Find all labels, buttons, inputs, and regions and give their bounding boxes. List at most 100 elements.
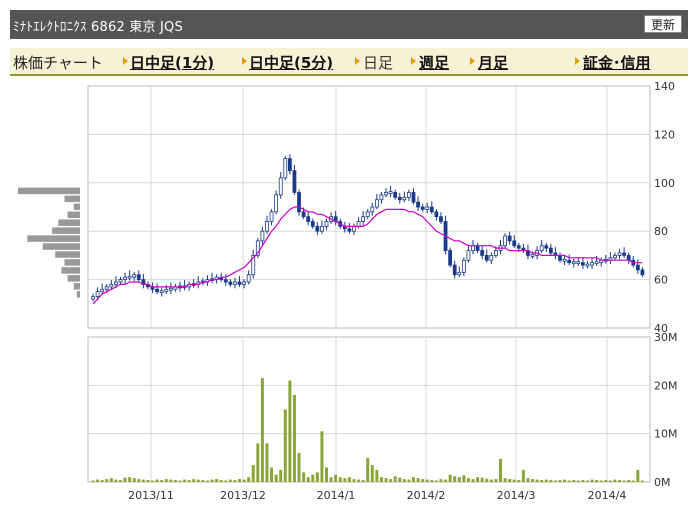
volume-bar (384, 478, 388, 482)
volume-bar (178, 480, 182, 482)
volume-profile-bar (58, 219, 80, 226)
volume-bar (109, 478, 113, 482)
candle-body (324, 221, 329, 227)
volume-bar (526, 478, 530, 482)
volume-bar (311, 474, 315, 482)
volume-bar (118, 480, 122, 482)
volume-bar (297, 453, 301, 482)
volume-profile-bar (61, 267, 80, 274)
volume-profile-bar (55, 251, 80, 258)
volume-bar (608, 480, 612, 482)
volume-bar (379, 477, 383, 482)
candle-body (516, 245, 521, 249)
candle-body (635, 264, 640, 271)
candle-body (613, 254, 617, 259)
volume-bar (389, 479, 393, 482)
date-axis-tick-label: 2014/2 (407, 489, 446, 502)
volume-bar (485, 478, 489, 482)
candle-body (365, 211, 370, 218)
candle-body (356, 221, 361, 227)
candle-body (388, 191, 393, 194)
candle-body (576, 261, 581, 265)
volume-axis-tick-label: 0M (654, 476, 671, 489)
volume-bar (334, 474, 338, 482)
candle-body (484, 254, 489, 261)
volume-bar (114, 479, 118, 482)
volume-bar (183, 479, 187, 482)
candle-body (297, 192, 301, 213)
candle-body (320, 225, 324, 232)
candle-body (507, 235, 512, 242)
volume-profile-bar (76, 291, 80, 298)
candle-body (379, 194, 384, 201)
candle-body (109, 284, 114, 288)
candle-body (622, 252, 627, 256)
volume-bar (357, 479, 361, 482)
volume-bar (430, 480, 434, 482)
volume-bar (302, 472, 306, 482)
volume-bar (471, 479, 475, 482)
candle-body (411, 192, 416, 203)
volume-bar (581, 480, 585, 482)
volume-bar (572, 480, 576, 482)
candle-body (558, 254, 562, 261)
volume-bar (265, 443, 269, 482)
candle-body (136, 274, 141, 281)
date-axis-tick-label: 2014/4 (588, 489, 627, 502)
candle-body (246, 274, 251, 283)
candle-body (168, 287, 173, 291)
volume-bar (105, 479, 109, 482)
candle-body (352, 225, 356, 232)
volume-bar (251, 465, 255, 482)
candle-body (100, 288, 105, 293)
volume-bar (187, 480, 191, 482)
candle-body (429, 206, 434, 213)
volume-profile-bar (64, 259, 80, 266)
volume-profile-bar (52, 227, 80, 234)
volume-bar (315, 472, 319, 482)
volume-bar (599, 480, 603, 482)
volume-bar (366, 457, 370, 482)
candle-body (402, 196, 407, 201)
volume-bar (238, 479, 242, 482)
volume-bar (228, 479, 232, 482)
candle-body (384, 192, 388, 196)
price-axis-tick-label: 140 (654, 80, 675, 93)
volume-bar (563, 479, 567, 482)
candle-body (223, 279, 228, 283)
volume-bar (361, 480, 365, 482)
volume-bar (247, 477, 251, 482)
candle-body (425, 206, 430, 210)
volume-profile-bar (67, 275, 80, 282)
volume-bar (210, 479, 214, 482)
volume-bar (169, 479, 173, 482)
volume-bar (164, 479, 168, 482)
volume-bar (338, 477, 342, 482)
volume-profile-bar (18, 187, 80, 195)
candle-body (370, 206, 375, 213)
volume-bar (279, 469, 283, 482)
volume-bar (622, 480, 626, 482)
candle-body (95, 291, 100, 297)
volume-bar (627, 480, 631, 482)
volume-bar (219, 480, 223, 482)
volume-bar (347, 477, 351, 482)
candle-body (530, 254, 535, 257)
volume-bar (242, 479, 246, 482)
candle-body (306, 216, 311, 222)
volume-bar (274, 474, 278, 482)
candle-body (452, 264, 457, 276)
candle-body (475, 245, 480, 251)
volume-bar (453, 476, 457, 482)
candle-body (471, 245, 475, 251)
candle-body (374, 199, 379, 208)
volume-bar (434, 480, 438, 482)
candle-body (132, 274, 137, 278)
candle-body (457, 271, 462, 276)
candle-body (315, 225, 320, 232)
candle-body (562, 258, 567, 262)
volume-bar (595, 480, 599, 482)
volume-bar (402, 479, 406, 482)
candle-body (489, 254, 494, 261)
candle-body (164, 288, 169, 293)
